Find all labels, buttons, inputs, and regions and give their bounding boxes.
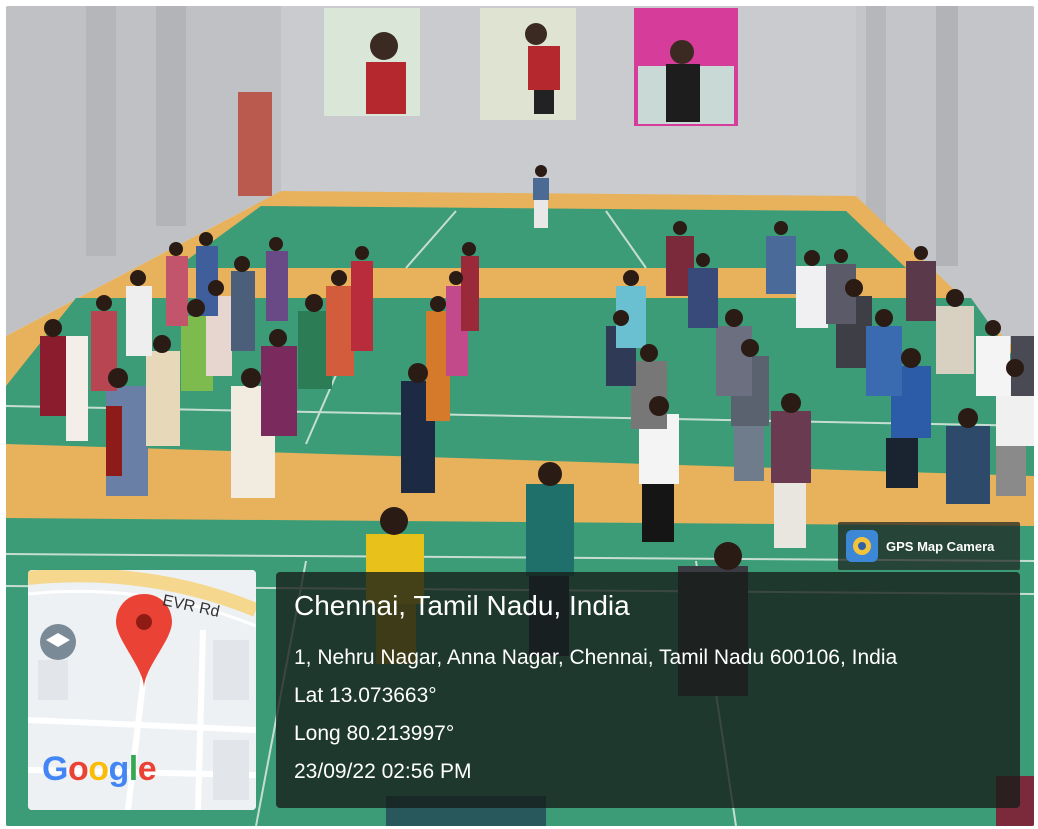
google-logo: Google	[42, 750, 157, 788]
badminton-poster	[480, 8, 576, 120]
app-name-label: GPS Map Camera	[886, 538, 995, 554]
gps-camera-badge: GPS Map Camera	[838, 522, 1020, 570]
place-title: Chennai, Tamil Nadu, India	[294, 590, 630, 621]
location-info-panel: Chennai, Tamil Nadu, India 1, Nehru Naga…	[276, 572, 1020, 808]
badminton-poster	[634, 8, 738, 126]
gps-map-camera-icon	[846, 530, 878, 562]
address-text: 1, Nehru Nagar, Anna Nagar, Chennai, Tam…	[294, 646, 898, 669]
scissor-lift	[238, 92, 272, 196]
datetime-text: 23/09/22 02:56 PM	[294, 760, 472, 783]
photo-frame: GPS Map Camera EVR Rd Google Chennai, Ta…	[6, 6, 1034, 826]
badminton-poster	[324, 8, 420, 116]
location-map-thumbnail: EVR Rd Google	[28, 570, 256, 810]
longitude-text: Long 80.213997°	[294, 722, 455, 745]
school-icon	[40, 624, 76, 660]
latitude-text: Lat 13.073663°	[294, 684, 437, 707]
